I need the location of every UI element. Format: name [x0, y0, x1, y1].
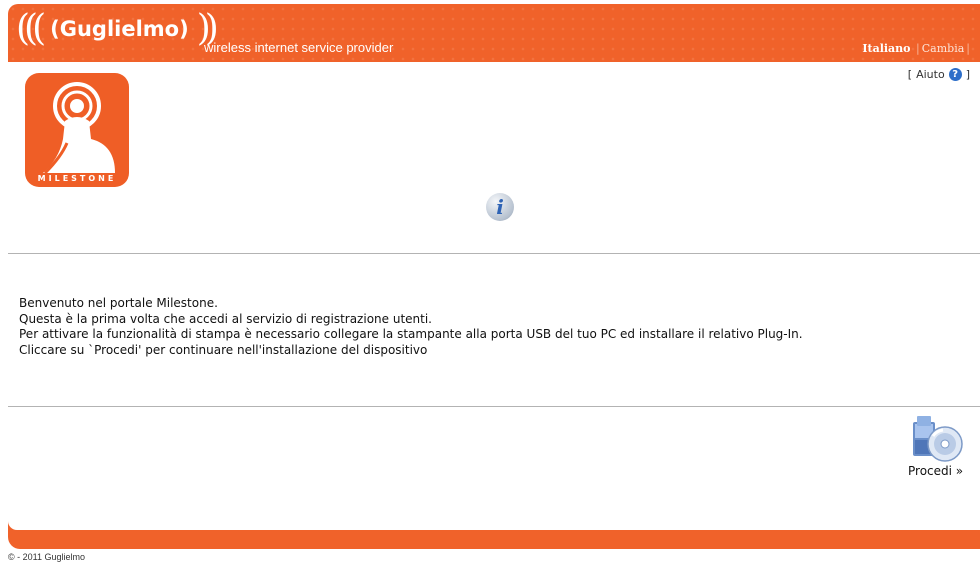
copyright: © - 2011 Guglielmo: [8, 552, 86, 562]
antenna-person-icon: [43, 82, 115, 175]
proceed-label[interactable]: Procedi »: [908, 464, 975, 478]
proceed-button[interactable]: Procedi »: [900, 412, 975, 478]
bracket-close: ]: [965, 68, 970, 81]
guglielmo-logo: ((( (Guglielmo) )): [16, 8, 219, 49]
install-cd-icon[interactable]: [909, 412, 963, 462]
bracket-open: [: [907, 68, 913, 81]
logo-waves-left: (((: [16, 8, 46, 49]
message-line: Per attivare la funzionalità di stampa è…: [19, 327, 803, 341]
message-line: Questa è la prima volta che accedi al se…: [19, 311, 432, 326]
separator: |: [916, 42, 920, 55]
change-language-link[interactable]: Cambia: [922, 42, 965, 55]
help-link[interactable]: Aiuto: [916, 68, 945, 81]
separator: |: [966, 42, 970, 55]
header-bar: ((( (Guglielmo) )) wireless internet ser…: [8, 4, 980, 62]
help-area: [ Aiuto ? ]: [908, 68, 970, 81]
brand-name: (Guglielmo): [50, 17, 189, 41]
divider-top: [8, 253, 980, 254]
message-line: Benvenuto nel portale Milestone.: [19, 296, 218, 310]
divider-bottom: [8, 406, 980, 407]
tagline: wireless internet service provider: [204, 40, 394, 55]
milestone-logo: MILESTONE: [25, 73, 129, 187]
info-icon: i: [486, 193, 514, 221]
language-selector: Italiano | Cambia |: [862, 42, 972, 55]
welcome-message: Benvenuto nel portale Milestone. Questa …: [19, 296, 803, 358]
footer-bar: [8, 521, 980, 549]
logo-word: MILESTONE: [37, 174, 117, 183]
help-icon[interactable]: ?: [948, 68, 962, 81]
message-line: Cliccare su `Procedi' per continuare nel…: [19, 342, 428, 357]
current-language: Italiano: [862, 42, 911, 55]
